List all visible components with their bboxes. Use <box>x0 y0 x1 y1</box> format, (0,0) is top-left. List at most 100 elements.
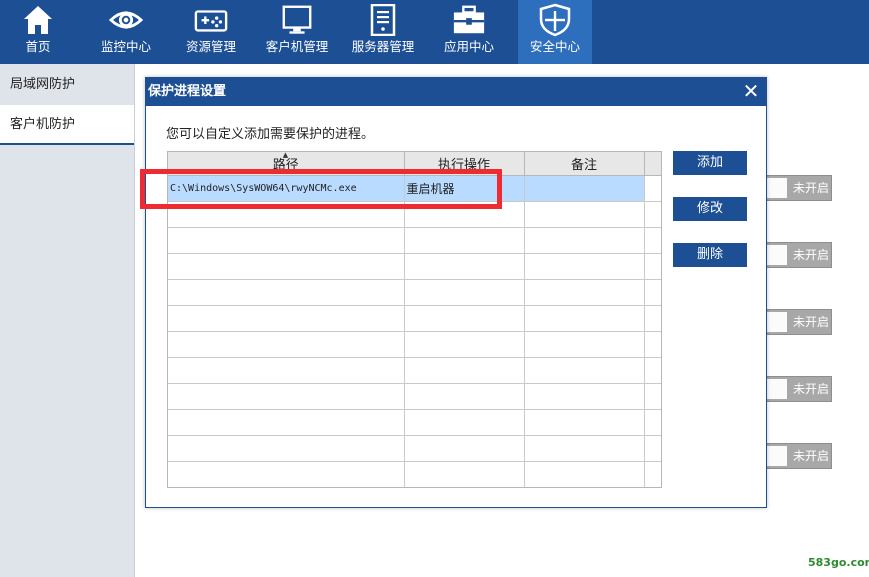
table-cell-empty <box>644 201 661 228</box>
highlight-box <box>140 169 502 209</box>
left-sidebar: 局域网防护 客户机防护 <box>0 64 135 577</box>
table-cell-empty <box>168 331 405 358</box>
sidebar-item-label: 局域网防护 <box>10 77 76 92</box>
toggle-knob <box>767 245 787 265</box>
table-cell-empty <box>404 461 525 487</box>
monitor-icon <box>280 3 314 37</box>
table-row-empty[interactable] <box>168 305 661 332</box>
table-cell-empty <box>644 253 661 280</box>
toggle-knob <box>767 379 787 399</box>
table-cell-empty <box>404 305 525 332</box>
table-cell-empty <box>644 461 661 487</box>
add-button[interactable]: 添加 <box>673 151 747 175</box>
table-cell-empty <box>168 279 405 306</box>
table-row-empty[interactable] <box>168 227 661 254</box>
toggle-knob <box>767 446 787 466</box>
table-cell-empty <box>644 331 661 358</box>
protection-toggle[interactable]: 未开启 <box>764 443 832 469</box>
table-cell-empty <box>644 305 661 332</box>
table-row-empty[interactable] <box>168 461 661 487</box>
table-cell-empty <box>644 357 661 384</box>
gamepad-icon <box>194 3 228 37</box>
table-cell-empty <box>404 409 525 436</box>
table-row-empty[interactable] <box>168 435 661 462</box>
table-cell-empty <box>168 357 405 384</box>
column-header-note[interactable]: 备注 <box>524 152 645 176</box>
toggle-label: 未开启 <box>793 181 830 195</box>
table-row-empty[interactable] <box>168 357 661 384</box>
home-icon <box>21 3 55 37</box>
top-nav-bar: 首页 监控中心 资源管理 客户机管理 服务器管理 应用中心 安全中心 <box>0 0 869 64</box>
table-cell-empty <box>524 331 645 358</box>
close-icon[interactable]: ✕ <box>736 78 766 106</box>
sidebar-item-client-protection[interactable]: 客户机防护 <box>0 105 134 145</box>
table-cell-empty <box>524 201 645 228</box>
nav-item-server-management[interactable]: 服务器管理 <box>345 0 421 64</box>
table-cell-empty <box>404 227 525 254</box>
server-icon <box>366 3 400 37</box>
table-cell-empty <box>644 435 661 462</box>
table-cell-empty <box>168 227 405 254</box>
table-cell-empty <box>168 305 405 332</box>
table-cell-empty <box>524 461 645 487</box>
sort-arrow-icon: ▲ <box>282 151 289 159</box>
protection-toggle[interactable]: 未开启 <box>764 309 832 335</box>
dialog-title: 保护进程设置 <box>146 78 766 106</box>
table-cell-empty <box>168 253 405 280</box>
table-cell-empty <box>404 435 525 462</box>
table-cell-empty <box>524 227 645 254</box>
table-cell-empty <box>168 461 405 487</box>
nav-item-security-center[interactable]: 安全中心 <box>518 0 592 64</box>
table-row-empty[interactable] <box>168 331 661 358</box>
table-cell-empty <box>404 279 525 306</box>
table-cell-empty <box>644 279 661 306</box>
sidebar-item-label: 客户机防护 <box>10 117 76 132</box>
table-row-empty[interactable] <box>168 253 661 280</box>
table-cell-empty <box>524 305 645 332</box>
nav-item-resource-management[interactable]: 资源管理 <box>173 0 249 64</box>
table-cell-empty <box>404 383 525 410</box>
protection-toggle[interactable]: 未开启 <box>764 376 832 402</box>
table-cell-empty <box>644 383 661 410</box>
table-row-empty[interactable] <box>168 409 661 436</box>
toolbox-icon <box>452 3 486 37</box>
protection-toggle[interactable]: 未开启 <box>764 175 832 201</box>
table-cell-empty <box>168 383 405 410</box>
table-cell-empty <box>168 409 405 436</box>
toggle-label: 未开启 <box>793 449 830 463</box>
table-cell-empty <box>644 409 661 436</box>
nav-item-monitor-center[interactable]: 监控中心 <box>88 0 164 64</box>
toggle-knob <box>767 178 787 198</box>
toggle-label: 未开启 <box>793 248 830 262</box>
cell-filler <box>644 175 661 202</box>
table-cell-empty <box>644 227 661 254</box>
toggle-label: 未开启 <box>793 315 830 329</box>
sidebar-item-lan-protection[interactable]: 局域网防护 <box>0 65 134 105</box>
table-cell-empty <box>404 253 525 280</box>
delete-button[interactable]: 删除 <box>673 243 747 267</box>
table-cell-empty <box>524 435 645 462</box>
eye-icon <box>109 3 143 37</box>
protection-toggle[interactable]: 未开启 <box>764 242 832 268</box>
nav-item-client-management[interactable]: 客户机管理 <box>259 0 335 64</box>
toggle-label: 未开启 <box>793 382 830 396</box>
protect-process-dialog: 保护进程设置 ✕ 您可以自定义添加需要保护的进程。 ▲ 路径 执行操作 备注 C:… <box>145 77 767 508</box>
watermark: 583go.com <box>808 556 869 569</box>
nav-item-home[interactable]: 首页 <box>0 0 76 64</box>
table-cell-empty <box>524 279 645 306</box>
table-cell-empty <box>404 331 525 358</box>
table-cell-empty <box>524 253 645 280</box>
column-header-filler <box>644 152 661 176</box>
table-body: C:\Windows\SysWOW64\rwyNCMc.exe 重启机器 <box>168 175 661 487</box>
edit-button[interactable]: 修改 <box>673 197 747 221</box>
table-row-empty[interactable] <box>168 279 661 306</box>
table-cell-empty <box>524 383 645 410</box>
table-cell-empty <box>168 435 405 462</box>
dialog-description: 您可以自定义添加需要保护的进程。 <box>166 127 375 142</box>
nav-item-app-center[interactable]: 应用中心 <box>431 0 507 64</box>
cell-note <box>524 175 645 202</box>
shield-icon <box>538 3 572 37</box>
table-row-empty[interactable] <box>168 383 661 410</box>
toggle-knob <box>767 312 787 332</box>
table-cell-empty <box>524 357 645 384</box>
